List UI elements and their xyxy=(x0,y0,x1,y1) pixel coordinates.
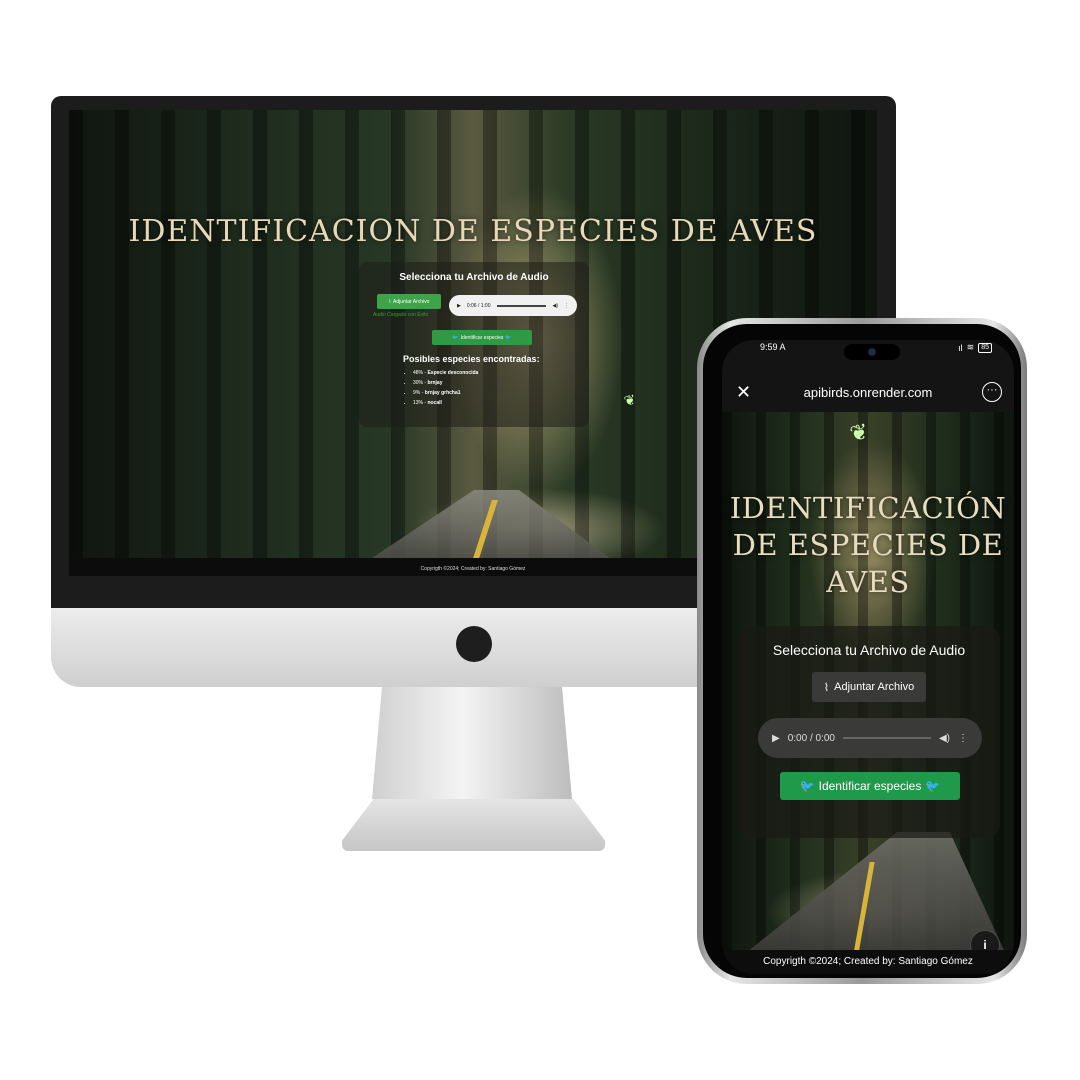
browser-url-bar: ✕ apibirds.onrender.com ··· xyxy=(722,374,1014,410)
forest-background: ❦ IDENTIFICACIÓN DE ESPECIES DE AVES Sel… xyxy=(722,412,1014,972)
audio-player[interactable]: ▶ 0:00 / 0:00 ◀) ⋮ xyxy=(758,718,982,758)
list-item: 48% - Especie desconocida xyxy=(413,368,478,378)
front-camera xyxy=(868,348,876,356)
results-list: 48% - Especie desconocida 30% - brnjay 9… xyxy=(413,368,478,408)
audio-player[interactable]: ▶ 0:06 / 1:00 ◀) ⋮ xyxy=(449,295,577,316)
results-title: Posibles especies encontradas: xyxy=(403,354,540,364)
wifi-icon: ≋ xyxy=(966,342,975,352)
apple-logo xyxy=(456,626,492,662)
dynamic-island xyxy=(844,344,900,360)
volume-icon[interactable]: ◀) xyxy=(939,733,950,744)
bird-icon: 🐦 xyxy=(925,779,941,793)
list-item: 13% - nocall xyxy=(413,398,478,408)
signal-icon: ıl xyxy=(958,342,963,353)
battery-icon: 85 xyxy=(978,342,992,353)
list-item: 9% - brnjay grhcha1 xyxy=(413,388,478,398)
identify-species-button[interactable]: 🐦 Identificar especies 🐦 xyxy=(780,772,960,800)
audio-time: 0:06 / 1:00 xyxy=(466,302,491,309)
page-footer: Copyrigth ©2024; Created by: Santiago Gó… xyxy=(722,950,1014,974)
card-title: Selecciona tu Archivo de Audio xyxy=(399,272,549,283)
close-icon[interactable]: ✕ xyxy=(736,382,751,403)
identify-species-button[interactable]: 🐦 Identificar especies 🐦 xyxy=(432,330,532,345)
more-vertical-icon[interactable]: ⋮ xyxy=(958,733,968,744)
attach-file-label: Adjuntar Archivo xyxy=(834,681,915,693)
attach-file-button[interactable]: ⌇ Adjuntar Archivo xyxy=(812,672,926,702)
play-icon[interactable]: ▶ xyxy=(772,733,780,744)
play-icon[interactable]: ▶ xyxy=(457,303,461,309)
phone-bezel: 9:59 A ıl ≋ 85 ✕ apibirds.onrender.com ·… xyxy=(703,324,1021,978)
upload-card: Selecciona tu Archivo de Audio ⌇ Adjunta… xyxy=(359,262,589,427)
identify-species-label: Identificar especies xyxy=(818,779,922,793)
more-vertical-icon[interactable]: ⋮ xyxy=(564,303,569,309)
paperclip-icon: ⌇ xyxy=(388,298,392,305)
bird-icon: 🐦 xyxy=(505,334,512,341)
attach-file-button[interactable]: ⌇ Adjuntar Archivo xyxy=(377,294,441,309)
list-item: 30% - brnjay xyxy=(413,378,478,388)
phone-screen: 9:59 A ıl ≋ 85 ✕ apibirds.onrender.com ·… xyxy=(722,340,1014,974)
audio-progress-bar[interactable] xyxy=(842,737,931,739)
paperclip-icon: ⌇ xyxy=(823,681,830,694)
monitor-stand xyxy=(372,687,572,799)
page-title: IDENTIFICACIÓN DE ESPECIES DE AVES xyxy=(729,491,1007,599)
url-text[interactable]: apibirds.onrender.com xyxy=(804,385,933,400)
page-title: IDENTIFICACION DE ESPECIES DE AVES xyxy=(128,214,818,249)
upload-card: Selecciona tu Archivo de Audio ⌇ Adjunta… xyxy=(738,626,1000,838)
status-icons: ıl ≋ 85 xyxy=(958,342,992,353)
volume-icon[interactable]: ◀) xyxy=(552,303,558,309)
attach-file-label: Adjuntar Archivo xyxy=(393,298,430,305)
bird-icon: 🐦 xyxy=(799,779,815,793)
upload-success-message: Audio Cargado con Éxito xyxy=(373,312,429,318)
identify-species-label: Identificar especies xyxy=(460,334,504,341)
more-horizontal-icon[interactable]: ··· xyxy=(982,382,1002,402)
bird-icon: 🐦 xyxy=(452,334,459,341)
audio-time: 0:00 / 0:00 xyxy=(787,732,835,744)
card-title: Selecciona tu Archivo de Audio xyxy=(772,642,966,658)
smartphone: 9:59 A ıl ≋ 85 ✕ apibirds.onrender.com ·… xyxy=(697,318,1027,984)
audio-progress-bar[interactable] xyxy=(496,304,547,307)
status-time: 9:59 A xyxy=(760,342,786,352)
monitor-base xyxy=(342,799,605,851)
copyright-text: Copyrigth ©2024; Created by: Santiago Gó… xyxy=(763,956,973,967)
status-bar: 9:59 A ıl ≋ 85 xyxy=(722,340,1014,374)
